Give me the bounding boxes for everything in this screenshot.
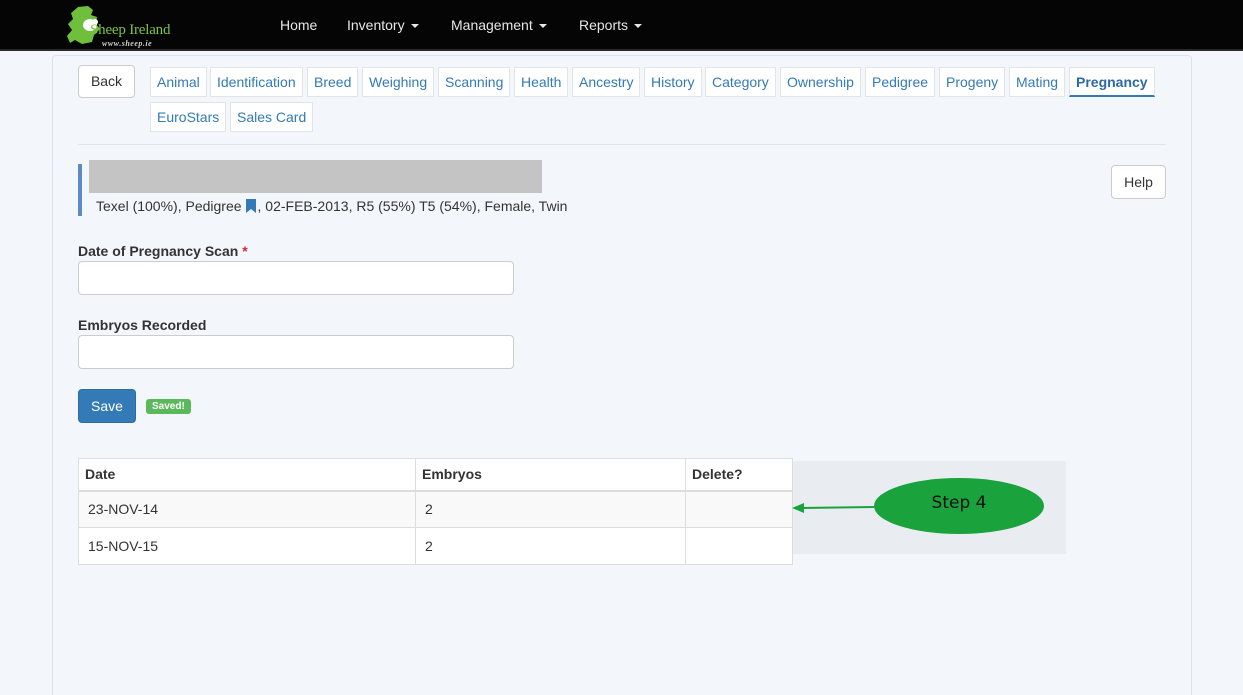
caret-down-icon (634, 24, 643, 28)
cell-date: 23-NOV-14 (78, 490, 416, 528)
scan-date-input[interactable] (78, 261, 514, 295)
arrow-line (799, 506, 875, 509)
cell-embryos: 2 (415, 527, 686, 565)
nav-inventory-label: Inventory (347, 17, 405, 33)
step-label: Step 4 (931, 493, 987, 513)
top-navbar: Sheep Ireland www.sheep.ie Home Inventor… (0, 0, 1243, 51)
content-panel (52, 55, 1192, 695)
required-marker: * (242, 243, 248, 259)
nav-reports[interactable]: Reports (579, 17, 643, 33)
tab-breed[interactable]: Breed (307, 67, 359, 97)
saved-badge: Saved! (146, 399, 191, 414)
arrow-head-icon (792, 503, 804, 513)
cell-delete[interactable] (685, 490, 793, 528)
animal-info: Texel (100%), Pedigree , 02-FEB-2013, R5 … (96, 198, 567, 214)
tab-scanning[interactable]: Scanning (438, 67, 511, 97)
embryos-label: Embryos Recorded (78, 317, 207, 333)
caret-down-icon (538, 24, 547, 28)
table-row: 15-NOV-15 2 (78, 527, 793, 565)
brand-url: www.sheep.ie (102, 39, 153, 48)
header-embryos: Embryos (415, 458, 686, 492)
tab-weighing[interactable]: Weighing (362, 67, 435, 97)
embryos-input[interactable] (78, 335, 514, 369)
scan-date-label: Date of Pregnancy Scan * (78, 243, 248, 259)
tab-sales-card[interactable]: Sales Card (230, 102, 314, 132)
tab-mating[interactable]: Mating (1009, 67, 1066, 97)
animal-name-redacted (89, 160, 542, 193)
nav-management[interactable]: Management (451, 17, 547, 33)
nav-inventory[interactable]: Inventory (347, 17, 419, 33)
animal-breed-text: Texel (100%), Pedigree (96, 198, 242, 214)
sheep-ireland-logo[interactable]: Sheep Ireland www.sheep.ie (64, 2, 189, 49)
tab-eurostars[interactable]: EuroStars (150, 102, 227, 132)
cell-embryos: 2 (415, 490, 686, 528)
brand-name: Sheep Ireland (90, 22, 171, 38)
tab-ownership[interactable]: Ownership (780, 67, 861, 97)
tab-ancestry[interactable]: Ancestry (572, 67, 641, 97)
nav-reports-label: Reports (579, 17, 629, 33)
table-row: 23-NOV-14 2 (78, 490, 793, 528)
tab-progeny[interactable]: Progeny (939, 67, 1006, 97)
table-header-row: Date Embryos Delete? (78, 458, 793, 492)
help-button[interactable]: Help (1111, 165, 1166, 199)
tab-animal[interactable]: Animal (150, 67, 207, 97)
tab-history[interactable]: History (644, 67, 702, 97)
divider (78, 144, 1166, 145)
animal-accent-bar (78, 164, 82, 216)
header-date: Date (78, 458, 416, 492)
header-delete: Delete? (685, 458, 793, 492)
caret-down-icon (410, 24, 419, 28)
animal-details-text: , 02-FEB-2013, R5 (55%) T5 (54%), Female… (257, 198, 568, 214)
save-button[interactable]: Save (78, 389, 136, 423)
nav-management-label: Management (451, 17, 533, 33)
tab-category[interactable]: Category (705, 67, 776, 97)
back-button[interactable]: Back (78, 65, 135, 98)
scan-date-label-text: Date of Pregnancy Scan (78, 243, 239, 259)
nav-home[interactable]: Home (280, 17, 317, 33)
tab-health[interactable]: Health (514, 67, 569, 97)
cell-delete[interactable] (685, 527, 793, 565)
tab-pregnancy[interactable]: Pregnancy (1069, 67, 1155, 97)
bookmark-icon (245, 199, 256, 213)
tab-identification[interactable]: Identification (210, 67, 303, 97)
cell-date: 15-NOV-15 (78, 527, 416, 565)
pregnancy-table: Date Embryos Delete? 23-NOV-14 2 15-NOV-… (78, 458, 793, 565)
tab-pedigree[interactable]: Pedigree (865, 67, 936, 97)
